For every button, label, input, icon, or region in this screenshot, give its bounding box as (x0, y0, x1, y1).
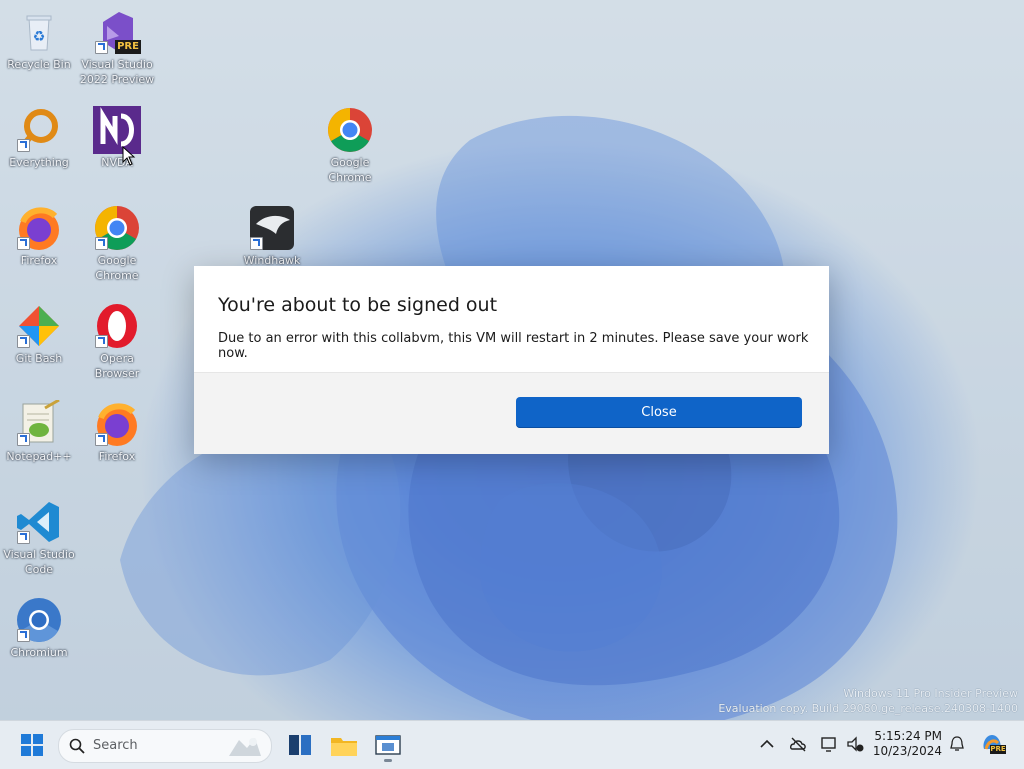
visual-studio-icon: PRE (93, 8, 141, 56)
shortcut-arrow-icon (17, 335, 30, 348)
shortcut-arrow-icon (17, 139, 30, 152)
volume-icon[interactable] (846, 735, 864, 753)
svg-text:♻: ♻ (33, 29, 46, 45)
search-highlight-icon (229, 738, 261, 756)
clock-date: 10/23/2024 (872, 744, 942, 758)
desktop-icon-label: Chromium (10, 646, 68, 659)
desktop-icon-label: NVDA (101, 156, 133, 169)
shortcut-arrow-icon (95, 41, 108, 54)
file-explorer-button[interactable] (328, 729, 360, 761)
desktop-icon-label: Visual Studio 2022 Preview (79, 58, 155, 86)
desktop-icon-label: Visual Studio Code (3, 548, 75, 576)
windows-watermark: Windows 11 Pro Insider Preview Evaluatio… (718, 687, 1018, 715)
copilot-button[interactable]: PRE (980, 731, 1006, 755)
app-window-button[interactable] (372, 729, 404, 762)
desktop-icon-label: Notepad++ (6, 450, 72, 463)
git-bash-icon (15, 302, 63, 350)
desktop-icon-label: Firefox (98, 450, 136, 463)
desktop-icon-firefox[interactable]: Firefox (79, 400, 155, 464)
shortcut-arrow-icon (17, 433, 30, 446)
network-icon[interactable] (820, 735, 838, 753)
desktop-icon-label: Recycle Bin (7, 58, 71, 71)
desktop-icon-recycle-bin[interactable]: ♻ Recycle Bin (1, 8, 77, 72)
desktop-icon-git-bash[interactable]: Git Bash (1, 302, 77, 366)
chrome-icon (326, 106, 374, 154)
desktop-icon-label: Opera Browser (94, 352, 140, 380)
bell-icon[interactable] (948, 735, 966, 753)
desktop-icon-firefox[interactable]: Firefox (1, 204, 77, 268)
desktop-icon-everything[interactable]: Everything (1, 106, 77, 170)
notepad-plus-plus-icon (15, 398, 63, 448)
firefox-icon (93, 400, 141, 448)
chromium-icon (15, 596, 63, 644)
desktop-icon-opera-browser[interactable]: Opera Browser (79, 302, 155, 381)
desktop-icon-label: Everything (9, 156, 69, 169)
preview-badge: PRE (115, 40, 141, 54)
dialog-footer: Close (194, 372, 829, 454)
chrome-icon (93, 204, 141, 252)
taskbar: Search 5:15:24 PM 10/23/2024 PRE (0, 720, 1024, 769)
everything-search-icon (15, 106, 63, 154)
desktop-icon-label: Google Chrome (328, 156, 372, 184)
start-icon (21, 734, 43, 756)
shortcut-arrow-icon (17, 237, 30, 250)
onedrive-icon[interactable] (789, 735, 807, 753)
task-view-button[interactable] (284, 729, 316, 761)
desktop-icon-visual-studio-code[interactable]: Visual Studio Code (1, 498, 77, 577)
desktop-icon-google-chrome[interactable]: Google Chrome (79, 204, 155, 283)
desktop-icon-label: Git Bash (15, 352, 63, 365)
desktop-icon-label: Firefox (20, 254, 58, 267)
desktop-icon-notepad-plus-plus[interactable]: Notepad++ (1, 398, 77, 464)
desktop-icon-google-chrome[interactable]: Google Chrome (312, 106, 388, 185)
desktop-icon-label: Google Chrome (95, 254, 139, 282)
chevron-up-icon[interactable] (758, 735, 776, 753)
mouse-cursor-icon (122, 146, 136, 166)
running-indicator (384, 759, 392, 762)
start-button[interactable] (16, 729, 48, 761)
file-explorer-icon (331, 738, 357, 756)
taskbar-search-box[interactable]: Search (58, 729, 272, 763)
shortcut-arrow-icon (95, 237, 108, 250)
windhawk-icon (248, 204, 296, 252)
signout-dialog: You're about to be signed out Due to an … (194, 266, 829, 454)
copilot-pre-badge: PRE (990, 745, 1006, 754)
desktop-icon-chromium[interactable]: Chromium (1, 596, 77, 660)
desktop-icon-nvda[interactable]: NVDA (79, 106, 155, 170)
task-view-icon (289, 735, 311, 755)
desktop-icon-visual-studio-2022-preview[interactable]: PRE Visual Studio 2022 Preview (79, 8, 155, 87)
opera-icon (93, 302, 141, 350)
search-placeholder: Search (93, 738, 138, 753)
desktop-icon-windhawk[interactable]: Windhawk (234, 204, 310, 268)
search-icon (69, 738, 85, 754)
shortcut-arrow-icon (95, 335, 108, 348)
dialog-title: You're about to be signed out (218, 294, 498, 316)
firefox-icon (15, 204, 63, 252)
app-window-icon (375, 735, 401, 755)
shortcut-arrow-icon (17, 629, 30, 642)
shortcut-arrow-icon (250, 237, 263, 250)
shortcut-arrow-icon (17, 531, 30, 544)
shortcut-arrow-icon (95, 433, 108, 446)
dialog-message: Due to an error with this collabvm, this… (218, 331, 809, 361)
close-button[interactable]: Close (516, 397, 802, 428)
clock-time: 5:15:24 PM (874, 729, 942, 743)
system-clock[interactable]: 5:15:24 PM 10/23/2024 (873, 729, 942, 759)
recycle-bin-icon: ♻ (15, 8, 63, 56)
vscode-icon (15, 498, 63, 546)
